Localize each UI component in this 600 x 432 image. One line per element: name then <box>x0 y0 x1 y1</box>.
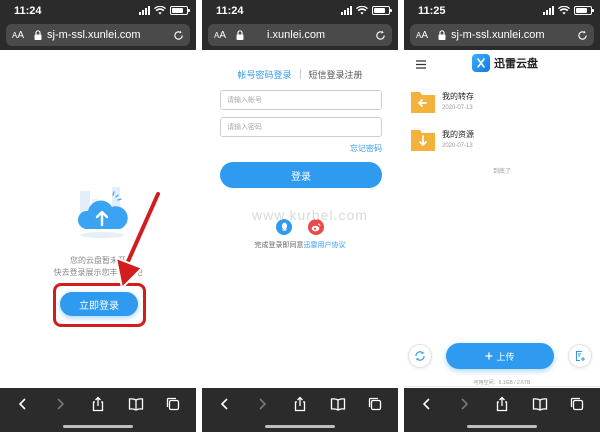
folder-resource-icon <box>411 130 435 151</box>
bookmarks-icon[interactable] <box>330 396 346 412</box>
share-icon[interactable] <box>292 396 308 412</box>
address-bar[interactable]: AA i.xunlei.com <box>208 24 392 46</box>
bookmarks-icon[interactable] <box>128 396 144 412</box>
new-file-button[interactable] <box>568 344 592 368</box>
home-indicator <box>467 425 537 428</box>
list-end-text: 到底了 <box>492 169 511 175</box>
lock-icon <box>438 30 446 40</box>
status-bar: 11:24 <box>0 0 196 22</box>
status-time: 11:24 <box>14 5 42 17</box>
status-bar: 11:24 <box>202 0 398 22</box>
storage-usage: 可用空间：6.1GB / 2.6TB <box>473 380 531 386</box>
forgot-password-link[interactable]: 忘记密码 <box>350 143 382 154</box>
browser-toolbar <box>202 388 398 432</box>
url-text: sj-m-ssl.xunlei.com <box>47 29 141 41</box>
share-icon[interactable] <box>494 396 510 412</box>
home-indicator <box>265 425 335 428</box>
tabs-icon[interactable] <box>569 396 585 412</box>
app-name: 迅雷云盘 <box>494 58 538 70</box>
reader-text-size-button[interactable]: AA <box>12 30 24 41</box>
status-bar: 11:25 <box>404 0 600 22</box>
url-text: sj-m-ssl.xunlei.com <box>451 29 545 41</box>
lock-icon <box>236 30 244 40</box>
wifi-icon <box>356 6 368 15</box>
upload-button[interactable]: 上传 <box>446 343 554 369</box>
status-time: 11:24 <box>216 5 244 17</box>
social-login <box>202 219 398 235</box>
bookmarks-icon[interactable] <box>532 396 548 412</box>
login-now-button[interactable]: 立即登录 <box>60 292 138 316</box>
wifi-icon <box>558 6 570 15</box>
share-icon[interactable] <box>90 396 106 412</box>
back-icon[interactable] <box>419 396 435 412</box>
tabs-icon[interactable] <box>367 396 383 412</box>
status-time: 11:25 <box>418 5 446 17</box>
folder-date: 2020-07-13 <box>442 143 473 149</box>
qq-login-icon[interactable] <box>276 219 292 235</box>
battery-icon <box>170 6 190 15</box>
browser-toolbar <box>0 388 196 432</box>
weibo-login-icon[interactable] <box>308 219 324 235</box>
phone-screen-1: 11:24 AA sj-m-ssl.xunlei.com 您的云盘暂未开 快去登… <box>0 0 196 432</box>
back-icon[interactable] <box>217 396 233 412</box>
new-file-icon <box>575 350 585 362</box>
address-bar[interactable]: AA sj-m-ssl.xunlei.com <box>6 24 190 46</box>
red-arrow-annotation <box>115 190 162 289</box>
cellular-signal-icon <box>341 6 352 15</box>
wifi-icon <box>154 6 166 15</box>
back-icon[interactable] <box>15 396 31 412</box>
phone-screen-3: 11:25 AA sj-m-ssl.xunlei.com 迅雷云盘 我的转存 2… <box>404 0 600 432</box>
password-input[interactable]: 请输入密码 <box>220 117 382 137</box>
cellular-signal-icon <box>139 6 150 15</box>
reload-icon[interactable] <box>375 30 386 41</box>
reader-text-size-button[interactable]: AA <box>416 30 428 41</box>
phone-screen-2: 11:24 AA i.xunlei.com 帐号密码登录 短信登录注册 请输入帐… <box>202 0 398 432</box>
folder-transfer-icon <box>411 92 435 113</box>
browser-toolbar <box>404 388 600 432</box>
account-input[interactable]: 请输入帐号 <box>220 90 382 110</box>
folder-item[interactable]: 我的转存 2020-07-13 <box>410 86 594 122</box>
url-text: i.xunlei.com <box>267 29 326 41</box>
reload-icon[interactable] <box>173 30 184 41</box>
folder-name: 我的资源 <box>442 130 474 139</box>
xunlei-logo-icon <box>472 54 490 72</box>
refresh-icon <box>415 351 425 361</box>
forward-icon[interactable] <box>456 396 472 412</box>
battery-icon <box>372 6 392 15</box>
reader-text-size-button[interactable]: AA <box>214 30 226 41</box>
cellular-signal-icon <box>543 6 554 15</box>
forward-icon[interactable] <box>52 396 68 412</box>
login-tabs: 帐号密码登录 短信登录注册 <box>202 68 398 81</box>
tab-sms-login[interactable]: 短信登录注册 <box>309 68 363 81</box>
tabs-icon[interactable] <box>165 396 181 412</box>
reload-icon[interactable] <box>577 30 588 41</box>
login-button[interactable]: 登录 <box>220 162 382 188</box>
upload-label: 上传 <box>496 351 515 362</box>
home-indicator <box>63 425 133 428</box>
app-header: 迅雷云盘 <box>404 52 600 78</box>
address-bar[interactable]: AA sj-m-ssl.xunlei.com <box>410 24 594 46</box>
battery-icon <box>574 6 594 15</box>
folder-item[interactable]: 我的资源 2020-07-13 <box>410 124 594 160</box>
plus-icon <box>485 352 493 360</box>
folder-date: 2020-07-13 <box>442 105 473 111</box>
user-agreement-link[interactable]: 迅雷用户协议 <box>304 242 346 249</box>
refresh-button[interactable] <box>408 344 432 368</box>
agreement-text: 完成登录即同意迅雷用户协议 <box>254 242 346 249</box>
lock-icon <box>34 30 42 40</box>
hamburger-menu-icon[interactable] <box>416 60 426 69</box>
forward-icon[interactable] <box>254 396 270 412</box>
folder-name: 我的转存 <box>442 92 474 101</box>
tab-password-login[interactable]: 帐号密码登录 <box>237 68 291 81</box>
